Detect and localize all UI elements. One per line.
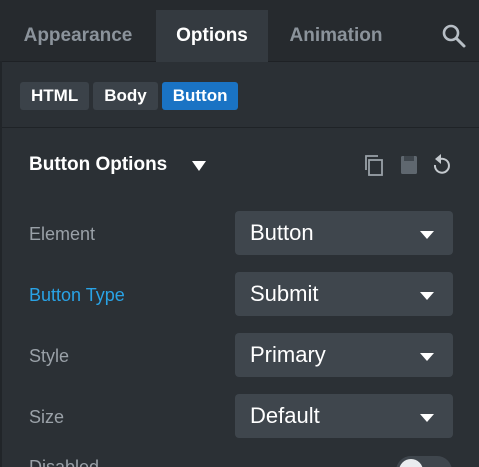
- disabled-label: Disabled: [29, 456, 100, 467]
- chevron-down-icon: [420, 292, 434, 300]
- tab-appearance[interactable]: Appearance: [0, 10, 156, 61]
- tab-animation[interactable]: Animation: [268, 10, 404, 61]
- search-icon: [442, 24, 466, 48]
- options-panel: Appearance Options Animation HTML Body B…: [0, 0, 479, 467]
- top-strip: [0, 0, 479, 10]
- caret-down-icon: [192, 161, 206, 171]
- copy-button[interactable]: [363, 153, 385, 177]
- breadcrumb: HTML Body Button: [20, 82, 239, 110]
- button-type-select[interactable]: Submit: [235, 272, 453, 316]
- size-label: Size: [29, 406, 65, 427]
- size-select[interactable]: Default: [235, 394, 453, 438]
- tab-options[interactable]: Options: [156, 10, 268, 62]
- copy-icon: [365, 155, 383, 176]
- element-select[interactable]: Button: [235, 211, 453, 255]
- reset-icon: [433, 154, 450, 174]
- chevron-down-icon: [420, 353, 434, 361]
- chevron-down-icon: [420, 231, 434, 239]
- left-border: [0, 61, 2, 467]
- tab-bar: Appearance Options Animation: [0, 10, 479, 62]
- element-select-value: Button: [250, 220, 314, 245]
- tab-appearance-label: Appearance: [23, 24, 133, 46]
- toggle-knob: [399, 459, 423, 467]
- button-type-label[interactable]: Button Type: [29, 283, 125, 307]
- save-button[interactable]: [398, 153, 420, 177]
- breadcrumb-html[interactable]: HTML: [20, 82, 90, 110]
- breadcrumb-body[interactable]: Body: [93, 82, 158, 110]
- tab-options-label: Options: [176, 25, 248, 46]
- search-button[interactable]: [441, 23, 467, 49]
- style-select[interactable]: Primary: [235, 333, 453, 377]
- save-icon: [401, 156, 417, 174]
- style-select-value: Primary: [250, 342, 326, 367]
- breadcrumb-button[interactable]: Button: [161, 82, 239, 110]
- disabled-toggle[interactable]: [396, 456, 452, 467]
- tab-animation-label: Animation: [289, 24, 383, 46]
- style-label: Style: [29, 345, 70, 366]
- element-label: Element: [29, 223, 96, 244]
- button-type-select-value: Submit: [250, 281, 319, 306]
- chevron-down-icon: [420, 414, 434, 422]
- section-divider: [2, 127, 479, 128]
- size-select-value: Default: [250, 403, 320, 428]
- section-title: Button Options: [29, 154, 168, 175]
- section-collapse-button[interactable]: [191, 159, 207, 177]
- reset-button[interactable]: [431, 153, 453, 177]
